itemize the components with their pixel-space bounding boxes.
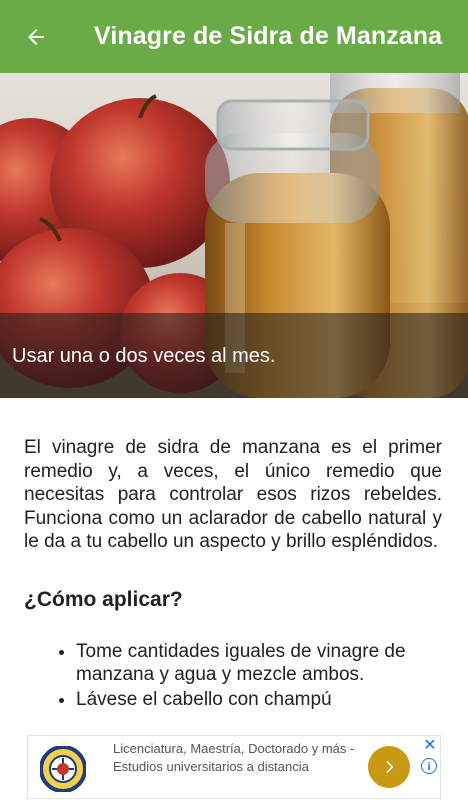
- list-item: Lávese el cabello con champú: [76, 688, 442, 711]
- hero-caption: Usar una o dos veces al mes.: [12, 345, 276, 367]
- ad-text[interactable]: Licenciatura, Maestría, Doctorado y más …: [113, 740, 363, 776]
- article-content: El vinagre de sidra de manzana es el pri…: [24, 436, 442, 713]
- page-title: Vinagre de Sidra de Manzana: [94, 22, 443, 50]
- intro-paragraph: El vinagre de sidra de manzana es el pri…: [24, 437, 442, 552]
- chevron-right-icon: [386, 761, 394, 773]
- ad-open-button[interactable]: [368, 746, 410, 788]
- info-icon[interactable]: i: [421, 758, 437, 774]
- arrow-left-icon: [28, 28, 44, 45]
- hero-image: Usar una o dos veces al mes.: [0, 73, 468, 398]
- steps-list: Tome cantidades iguales de vinagre de ma…: [24, 640, 442, 711]
- section-heading: ¿Cómo aplicar?: [24, 587, 183, 611]
- ad-banner[interactable]: Licenciatura, Maestría, Doctorado y más …: [27, 735, 441, 799]
- app-bar: Vinagre de Sidra de Manzana: [0, 0, 468, 73]
- university-seal-logo: [40, 746, 86, 792]
- close-icon[interactable]: ✕: [422, 738, 438, 754]
- back-button[interactable]: [16, 17, 56, 57]
- list-item: Tome cantidades iguales de vinagre de ma…: [76, 640, 442, 686]
